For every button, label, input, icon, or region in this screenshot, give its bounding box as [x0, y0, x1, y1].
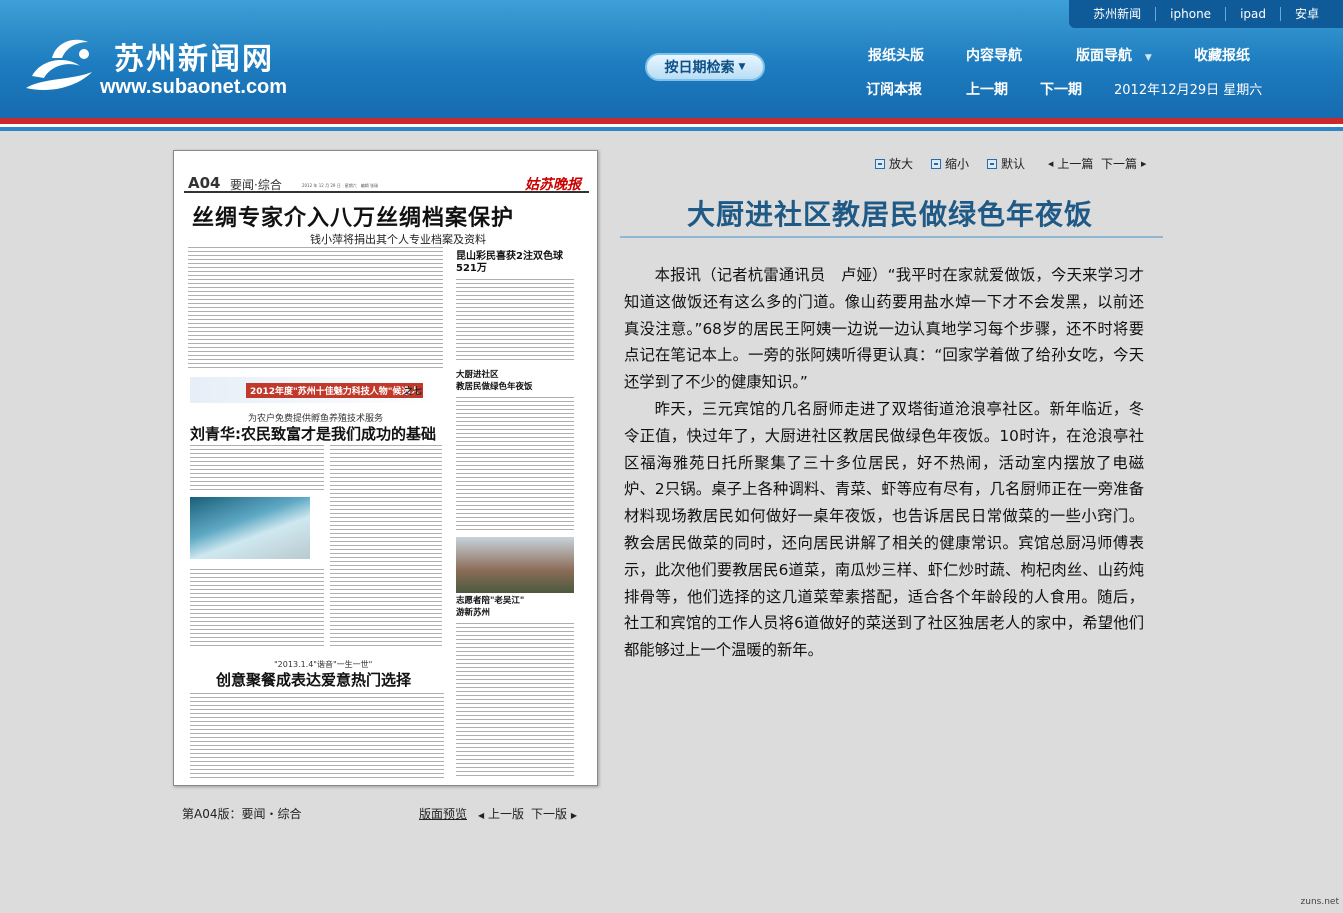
paper-banner: 2012年度"苏州十佳魅力科技人物"候选人 之七 — [190, 377, 436, 403]
paper-right-headline[interactable]: 昆山彩民喜获2注双色球 521万 — [456, 251, 576, 275]
paper-subhead: 钱小萍将捐出其个人专业档案及资料 — [310, 233, 486, 246]
paper-text-block — [456, 279, 574, 363]
logo-chinese: 苏州新闻网 — [114, 42, 274, 77]
paper-banner-suffix: 之七 — [404, 387, 423, 397]
next-page-link[interactable]: 下一版 ▶ — [531, 805, 577, 822]
nav-front-page[interactable]: 报纸头版 — [868, 45, 924, 65]
watermark: zuns.net — [1300, 897, 1339, 907]
default-size-button[interactable]: 默认 — [987, 155, 1025, 172]
nav-page-nav-label: 版面导航 — [1076, 48, 1132, 64]
default-size-label: 默认 — [1001, 157, 1026, 171]
paper-text-block — [190, 693, 444, 779]
paper-page-number: A04 — [188, 174, 221, 192]
page-caption: 第A04版：要闻・综合 — [182, 807, 302, 821]
paper-photo — [456, 537, 574, 593]
prev-page-label: 上一版 — [487, 807, 524, 821]
date-search-button[interactable]: 按日期检索 ▼ — [645, 53, 765, 81]
paper-text-block — [190, 569, 324, 649]
top-link-android[interactable]: 安卓 — [1279, 7, 1333, 21]
zoom-out-label: 缩小 — [945, 157, 970, 171]
zoom-out-button[interactable]: 缩小 — [931, 155, 969, 172]
nav-prev-issue[interactable]: 上一期 — [966, 79, 1008, 99]
paper-right-headline-2[interactable]: 大厨进社区 教居民做绿色年夜饭 — [456, 369, 533, 393]
paper-headline-2[interactable]: 刘青华:农民致富才是我们成功的基础 — [190, 423, 436, 444]
paper-text-block — [456, 623, 574, 779]
chevron-down-icon: ▼ — [1144, 53, 1152, 63]
next-article-label: 下一篇 — [1101, 157, 1138, 171]
paper-banner-label: 2012年度"苏州十佳魅力科技人物"候选人 — [246, 383, 424, 398]
newspaper-page-image[interactable]: A04 要闻·综合 2012 年 12 月 29 日 星期六 编辑 张瑞 姑苏晚… — [173, 150, 598, 786]
paper-right-headline-3[interactable]: 志愿者陪"老吴江" 游新苏州 — [456, 595, 524, 619]
prev-page-link[interactable]: ◀ 上一版 — [478, 805, 524, 822]
logo-swirl-icon — [26, 39, 92, 91]
paper-brand: 姑苏晚报 — [525, 177, 581, 193]
nav-subscribe[interactable]: 订阅本报 — [866, 79, 922, 99]
minus-icon — [931, 158, 941, 169]
zoom-in-label: 放大 — [889, 157, 914, 171]
paper-date-line: 2012 年 12 月 29 日 星期六 编辑 张瑞 — [302, 183, 378, 188]
header-stripe-blue — [0, 127, 1343, 131]
date-search-label: 按日期检索 — [664, 60, 735, 76]
issue-date: 2012年12月29日 星期六 — [1114, 83, 1263, 98]
paper-photo — [190, 497, 310, 559]
chevron-down-icon: ▼ — [738, 62, 746, 72]
article-paragraph: 昨天，三元宾馆的几名厨师走进了双塔街道沧浪亭社区。新年临近，冬令正值，快过年了，… — [624, 399, 1144, 660]
nav-content[interactable]: 内容导航 — [966, 45, 1022, 65]
paper-headline[interactable]: 丝绸专家介入八万丝绸档案保护 — [192, 200, 514, 232]
paper-headline-3[interactable]: 创意聚餐成表达爱意热门选择 — [216, 669, 411, 690]
next-article-link[interactable]: 下一篇 ▶ — [1101, 155, 1146, 172]
triangle-right-icon: ▶ — [1141, 159, 1147, 168]
square-icon — [987, 158, 997, 169]
site-logo[interactable]: 苏州新闻网 www.subaonet.com — [22, 28, 312, 100]
triangle-left-icon: ◀ — [478, 811, 485, 820]
prev-article-label: 上一篇 — [1057, 157, 1094, 171]
title-divider — [620, 236, 1163, 238]
article-paragraph: 本报讯（记者杭雷通讯员 卢娅）“我平时在家就爱做饭，今天来学习才知道这做饭还有这… — [624, 266, 1144, 392]
nav-page-nav[interactable]: 版面导航 ▼ — [1076, 45, 1152, 65]
paper-section: 要闻·综合 — [230, 178, 282, 192]
top-links: 苏州新闻 iphone ipad 安卓 — [1069, 0, 1343, 28]
top-link-suzhou-news[interactable]: 苏州新闻 — [1079, 7, 1155, 21]
prev-article-link[interactable]: ◀ 上一篇 — [1048, 155, 1093, 172]
nav-bookmark[interactable]: 收藏报纸 — [1194, 45, 1250, 65]
next-page-label: 下一版 — [531, 807, 568, 821]
top-link-ipad[interactable]: ipad — [1225, 7, 1280, 21]
paper-page-header: A04 要闻·综合 2012 年 12 月 29 日 星期六 编辑 张瑞 姑苏晚… — [184, 173, 589, 193]
paper-text-block — [188, 247, 443, 369]
site-header: 苏州新闻 iphone ipad 安卓 苏州新闻网 www.subaonet.c… — [0, 0, 1343, 118]
paper-text-block — [190, 445, 324, 493]
zoom-in-button[interactable]: 放大 — [875, 155, 913, 172]
nav-next-issue[interactable]: 下一期 — [1040, 79, 1082, 99]
article-body: 本报讯（记者杭雷通讯员 卢娅）“我平时在家就爱做饭，今天来学习才知道这做饭还有这… — [624, 262, 1144, 664]
triangle-right-icon: ▶ — [570, 811, 577, 820]
plus-icon — [875, 158, 885, 169]
logo-english: www.subaonet.com — [100, 76, 288, 98]
triangle-left-icon: ◀ — [1048, 159, 1054, 168]
paper-text-block — [330, 445, 442, 649]
page-preview-link[interactable]: 版面预览 — [419, 805, 467, 822]
paper-text-block — [456, 397, 574, 533]
top-link-iphone[interactable]: iphone — [1155, 7, 1225, 21]
article-title: 大厨进社区教居民做绿色年夜饭 — [686, 198, 1093, 231]
